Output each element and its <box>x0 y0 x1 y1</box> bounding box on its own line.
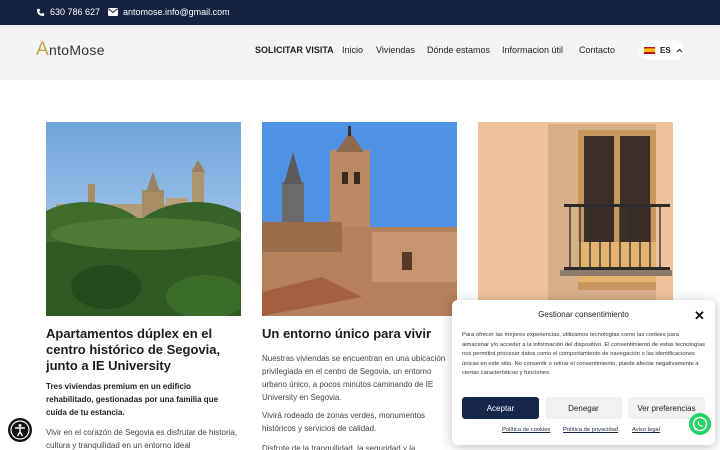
nav-solicitar-visita[interactable]: SOLICITAR VISITA <box>255 45 334 55</box>
card-1-title: Apartamentos dúplex en el centro históri… <box>46 326 221 373</box>
language-code: ES <box>660 45 671 55</box>
chevron-up-icon <box>676 48 683 52</box>
segovia-church-image <box>262 122 457 316</box>
nav-viviendas[interactable]: Viviendas <box>376 45 415 55</box>
language-selector[interactable]: ES <box>639 40 684 60</box>
card-2-body-1: Nuestras viviendas se encuentran en una … <box>262 354 446 402</box>
card-1-body: Vivir en el corazón de Segovia es disfru… <box>46 428 238 450</box>
whatsapp-button[interactable] <box>689 413 711 435</box>
phone-icon <box>36 8 45 16</box>
cookie-policy-link[interactable]: Política de cookies <box>502 427 550 433</box>
nav-informacion-util[interactable]: Informacion útil <box>502 45 563 55</box>
balcony-window-image <box>478 122 673 316</box>
cookie-dialog-title: Gestionar consentimiento <box>538 310 629 319</box>
nav-donde-estamos[interactable]: Dónde estamos <box>427 45 490 55</box>
phone-contact[interactable]: 630 786 627 <box>36 7 100 17</box>
card-1-subtitle: Tres viviendas premium en un edificio re… <box>46 382 219 417</box>
segovia-skyline-image <box>46 122 241 316</box>
accept-cookies-button[interactable]: Aceptar <box>462 397 539 419</box>
top-contact-bar: 630 786 627 antomose.info@gmail.com <box>0 0 720 25</box>
legal-notice-link[interactable]: Aviso legal <box>632 427 660 433</box>
privacy-policy-link[interactable]: Política de privacidad <box>563 427 618 433</box>
logo-text: ntoMose <box>48 42 105 58</box>
deny-cookies-button[interactable]: Denegar <box>545 397 622 419</box>
site-header: AntoMose SOLICITAR VISITA Inicio Viviend… <box>0 25 720 80</box>
cookie-consent-dialog: Gestionar consentimiento ✕ Para ofrecer … <box>452 300 715 445</box>
card-2-body-3: Disfrute de la tranquilidad, la segurida… <box>262 444 416 450</box>
accessibility-button[interactable] <box>8 418 32 442</box>
nav-inicio[interactable]: Inicio <box>342 45 363 55</box>
nav-contacto[interactable]: Contacto <box>579 45 615 55</box>
logo-initial: A <box>36 39 49 60</box>
email-contact[interactable]: antomose.info@gmail.com <box>108 7 230 17</box>
email-address[interactable]: antomose.info@gmail.com <box>123 7 230 17</box>
whatsapp-icon <box>692 416 708 432</box>
cookie-dialog-text: Para ofrecer las mejores experiencias, u… <box>462 332 705 376</box>
site-logo[interactable]: AntoMose <box>36 39 105 61</box>
card-2-body-2: Vivirá rodeado de zonas verdes, monument… <box>262 411 426 433</box>
accessibility-icon <box>10 420 30 440</box>
phone-number[interactable]: 630 786 627 <box>50 7 100 17</box>
spain-flag-icon <box>644 46 655 54</box>
mail-icon <box>108 8 118 16</box>
close-icon[interactable]: ✕ <box>694 308 705 324</box>
card-2-title: Un entorno único para vivir <box>262 326 432 341</box>
